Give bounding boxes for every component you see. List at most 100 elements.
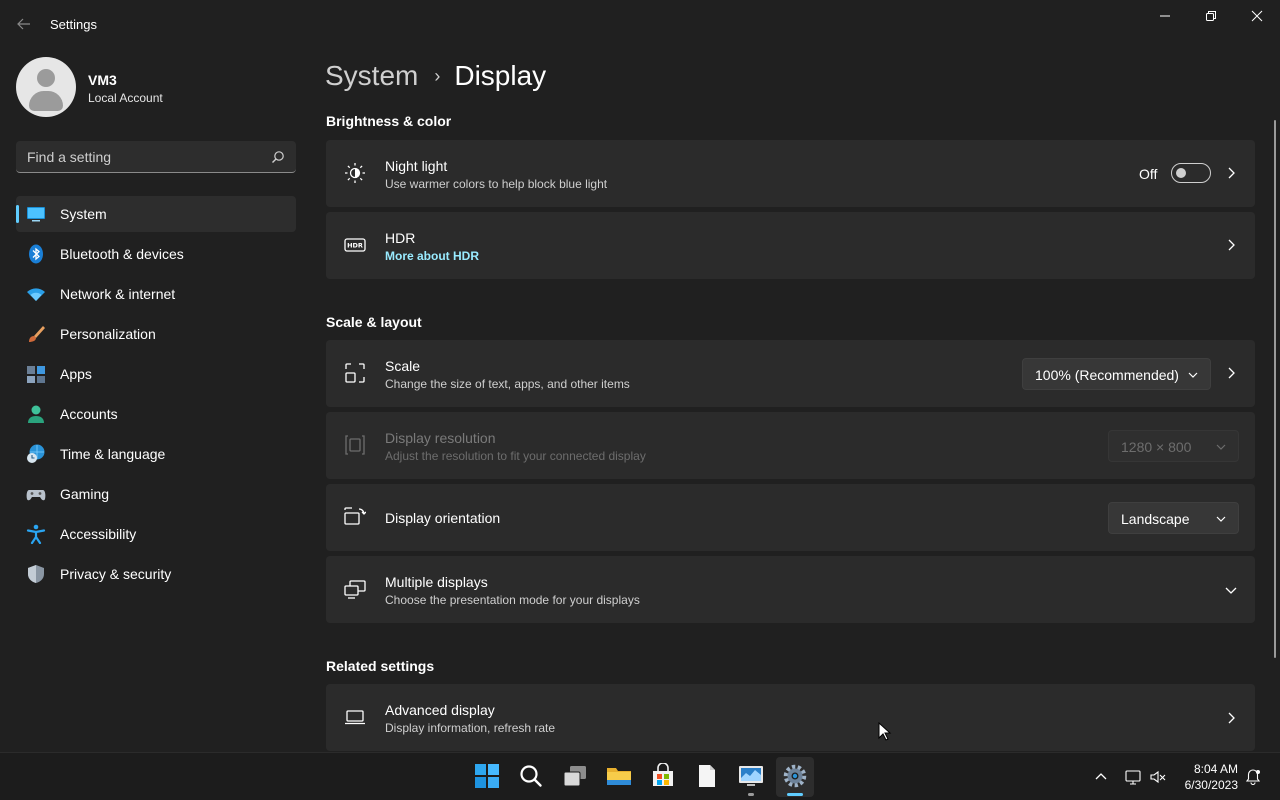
globe-clock-icon [27, 444, 45, 463]
wifi-icon [27, 288, 45, 301]
apps-icon [27, 366, 45, 383]
sidebar-item-privacy-security[interactable]: Privacy & security [16, 556, 296, 592]
chevron-up-icon[interactable] [1093, 769, 1109, 785]
scale-dropdown-value: 100% (Recommended) [1035, 367, 1179, 383]
search-icon[interactable] [271, 150, 285, 164]
clock-time: 8:04 AM [1193, 762, 1238, 776]
back-button[interactable] [10, 10, 38, 38]
brush-icon [29, 326, 45, 342]
sidebar-item-system[interactable]: System [16, 196, 296, 232]
chevron-down-icon[interactable] [1225, 584, 1237, 596]
system-icon [27, 207, 45, 222]
microsoft-store-icon[interactable] [650, 763, 676, 789]
close-icon [1251, 10, 1263, 22]
night-light-title: Night light [385, 158, 448, 174]
file-explorer-icon[interactable] [606, 763, 632, 789]
restore-icon [1206, 11, 1216, 21]
laptop-icon [345, 710, 365, 725]
profile-name: VM3 [88, 72, 117, 88]
chevron-down-icon [1216, 444, 1226, 450]
resolution-dropdown-value: 1280 × 800 [1121, 439, 1192, 455]
section-title-scale-layout: Scale & layout [326, 314, 422, 330]
breadcrumb-parent[interactable]: System [325, 60, 418, 92]
accounts-icon [28, 405, 44, 423]
brightness-icon [345, 163, 365, 183]
settings-gear-icon[interactable] [782, 763, 808, 789]
breadcrumb-separator: › [434, 65, 441, 86]
chevron-down-icon [1216, 516, 1226, 522]
accessibility-icon [26, 524, 46, 544]
sidebar-item-label: Gaming [60, 486, 110, 502]
multiple-displays-card[interactable]: Multiple displays Choose the presentatio… [326, 556, 1255, 623]
night-light-toggle[interactable] [1171, 163, 1211, 183]
scale-subtitle: Change the size of text, apps, and other… [385, 377, 630, 391]
network-status-icon[interactable] [1125, 769, 1141, 785]
sidebar-item-time-language[interactable]: Time & language [16, 436, 296, 472]
sidebar-item-bluetooth[interactable]: Bluetooth & devices [16, 236, 296, 272]
task-view-icon[interactable] [562, 763, 588, 789]
bluetooth-icon [29, 244, 43, 264]
restore-button[interactable] [1188, 0, 1234, 32]
svg-text:HDR: HDR [347, 242, 363, 250]
sidebar-item-label: Personalization [60, 326, 156, 342]
orientation-icon [344, 507, 366, 525]
sidebar-item-label: Accessibility [60, 526, 137, 542]
running-indicator [748, 793, 754, 796]
volume-muted-icon[interactable] [1150, 769, 1166, 785]
display-resolution-subtitle: Adjust the resolution to fit your connec… [385, 449, 646, 463]
chevron-right-icon [1228, 712, 1235, 724]
chevron-down-icon [1188, 372, 1198, 378]
section-title-brightness: Brightness & color [326, 113, 452, 129]
sidebar-item-label: System [60, 206, 107, 222]
gamepad-icon [26, 490, 46, 501]
arrow-left-icon [17, 18, 30, 30]
advanced-display-subtitle: Display information, refresh rate [385, 721, 556, 735]
sidebar-item-accounts[interactable]: Accounts [16, 396, 296, 432]
orientation-dropdown[interactable]: Landscape [1108, 502, 1239, 534]
scale-title: Scale [385, 358, 421, 374]
start-icon[interactable] [474, 763, 500, 789]
advanced-display-card[interactable]: Advanced display Display information, re… [326, 684, 1255, 751]
section-title-related: Related settings [326, 658, 435, 674]
sidebar-item-label: Bluetooth & devices [60, 246, 184, 262]
night-light-toggle-state: Off [1139, 166, 1158, 182]
night-light-subtitle: Use warmer colors to help block blue lig… [385, 177, 608, 191]
chevron-right-icon [1228, 167, 1235, 179]
sidebar-item-label: Accounts [60, 406, 118, 422]
display-resolution-card: Display resolution Adjust the resolution… [326, 412, 1255, 479]
clock-date: 6/30/2023 [1184, 778, 1238, 792]
scale-dropdown[interactable]: 100% (Recommended) [1022, 358, 1211, 390]
sidebar-item-personalization[interactable]: Personalization [16, 316, 296, 352]
orientation-dropdown-value: Landscape [1121, 511, 1190, 527]
multiple-displays-subtitle: Choose the presentation mode for your di… [385, 593, 640, 607]
breadcrumb: System › Display [325, 58, 546, 94]
performance-monitor-icon[interactable] [738, 763, 764, 789]
sidebar-item-network[interactable]: Network & internet [16, 276, 296, 312]
sidebar-item-gaming[interactable]: Gaming [16, 476, 296, 512]
search-box[interactable] [16, 141, 296, 173]
close-button[interactable] [1234, 0, 1280, 32]
user-profile[interactable]: VM3 Local Account [16, 57, 163, 117]
mouse-cursor-icon [878, 722, 892, 741]
title-bar: Settings [0, 0, 1280, 48]
sidebar-item-apps[interactable]: Apps [16, 356, 296, 392]
avatar [16, 57, 76, 117]
profile-account-type: Local Account [88, 91, 163, 105]
advanced-display-title: Advanced display [385, 702, 495, 718]
minimize-button[interactable] [1142, 0, 1188, 32]
chevron-right-icon [1228, 239, 1235, 251]
scale-card[interactable]: Scale Change the size of text, apps, and… [326, 340, 1255, 407]
hdr-more-link[interactable]: More about HDR [385, 249, 479, 263]
notification-bell-icon[interactable] [1245, 769, 1261, 785]
search-input[interactable] [16, 141, 266, 172]
scrollbar[interactable] [1274, 120, 1276, 658]
night-light-card[interactable]: Night light Use warmer colors to help bl… [326, 140, 1255, 207]
sidebar-item-accessibility[interactable]: Accessibility [16, 516, 296, 552]
taskbar: 8:04 AM 6/30/2023 [0, 752, 1280, 800]
sidebar-item-label: Apps [60, 366, 92, 382]
system-clock[interactable]: 8:04 AM 6/30/2023 [1178, 761, 1238, 793]
hdr-card[interactable]: HDR HDR More about HDR [326, 212, 1255, 279]
page-title: Display [454, 60, 547, 91]
notepad-icon[interactable] [694, 763, 720, 789]
taskbar-search-icon[interactable] [518, 763, 544, 789]
